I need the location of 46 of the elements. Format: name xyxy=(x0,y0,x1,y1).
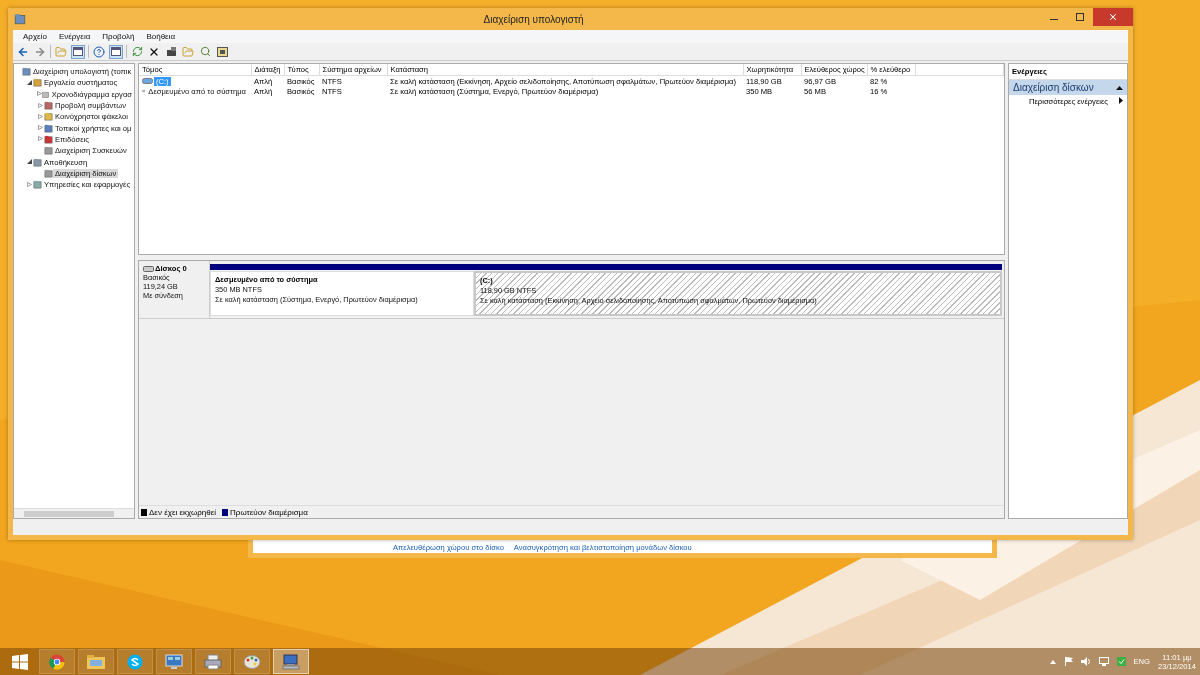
taskbar-button[interactable] xyxy=(39,649,75,674)
disk-settings-button[interactable] xyxy=(215,44,229,59)
monitor-icon xyxy=(165,653,183,670)
taskbar-button[interactable] xyxy=(234,649,270,674)
palette-icon xyxy=(243,653,261,670)
taskbar-button[interactable] xyxy=(195,649,231,674)
speaker-icon[interactable] xyxy=(1080,657,1091,666)
maximize-icon xyxy=(1076,13,1084,21)
collapsed-triangle-icon[interactable] xyxy=(37,125,43,131)
menu-item[interactable]: Αρχείο xyxy=(17,32,53,41)
taskbar-button[interactable] xyxy=(156,649,192,674)
flag-icon[interactable] xyxy=(1063,657,1073,666)
actions-section[interactable]: Διαχείριση δίσκων xyxy=(1009,80,1127,95)
printer-icon xyxy=(204,653,222,670)
pane-toggle-button[interactable] xyxy=(71,44,85,59)
legend-label: Πρωτεύον διαμέρισμα xyxy=(230,507,308,517)
legend-label: Δεν έχει εκχωρηθεί xyxy=(149,507,217,517)
taskbar-button[interactable] xyxy=(117,649,153,674)
windows-logo xyxy=(12,653,28,670)
collapsed-triangle-icon[interactable] xyxy=(37,102,43,108)
search-button[interactable] xyxy=(198,44,212,59)
scrollbar[interactable] xyxy=(14,508,134,518)
expanded-triangle-icon[interactable] xyxy=(26,79,32,85)
taskbar-button[interactable] xyxy=(78,649,114,674)
submenu-arrow-icon xyxy=(1119,97,1123,104)
close-icon xyxy=(1108,12,1118,22)
collapsed-triangle-icon[interactable] xyxy=(37,136,43,142)
expanded-triangle-icon[interactable] xyxy=(26,159,32,164)
view-toggle-button[interactable] xyxy=(109,44,123,59)
chevron-up-icon[interactable] xyxy=(1049,659,1056,664)
properties-button[interactable] xyxy=(164,44,178,59)
help-button[interactable] xyxy=(92,44,106,59)
collapse-icon xyxy=(1116,85,1123,90)
menu-item[interactable]: Ενέργεια xyxy=(52,32,97,41)
network-icon[interactable] xyxy=(1098,657,1109,666)
window-title: Διαχείριση υπολογιστή xyxy=(482,13,585,25)
collapsed-triangle-icon[interactable] xyxy=(26,181,32,187)
collapsed-triangle-icon[interactable] xyxy=(36,91,42,97)
chat-icon xyxy=(127,653,143,670)
shield-check-icon[interactable] xyxy=(1116,657,1126,666)
browser-icon xyxy=(49,653,65,670)
collapsed-triangle-icon[interactable] xyxy=(37,113,43,119)
taskbar-button[interactable] xyxy=(273,649,309,674)
menu-item[interactable]: Βοήθεια xyxy=(140,32,182,41)
section-title: Διαχείριση δίσκων xyxy=(1013,82,1094,93)
menu-item[interactable]: Προβολή xyxy=(96,32,141,41)
